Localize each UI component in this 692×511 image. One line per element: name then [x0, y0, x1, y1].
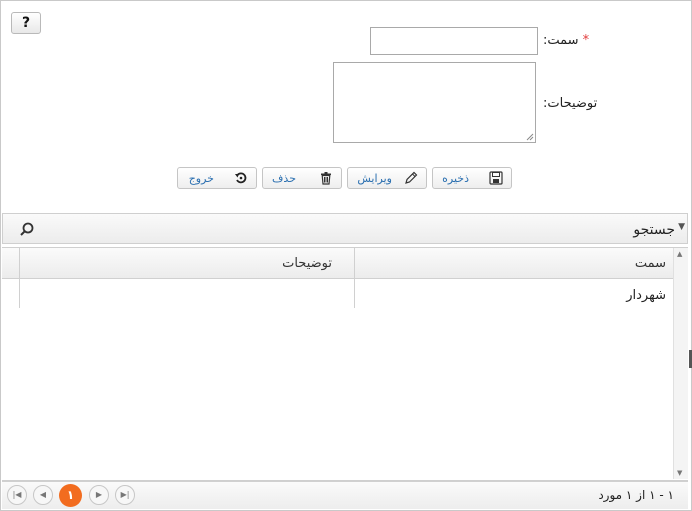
scroll-down-icon[interactable]: ▼ [677, 469, 682, 477]
trash-icon [321, 172, 331, 185]
delete-label: حذف [272, 172, 296, 185]
resize-grip-icon[interactable] [526, 133, 534, 141]
grid-header: سمت توضیحات [2, 248, 674, 279]
description-label: توضیحات: [543, 96, 598, 111]
current-page-button[interactable]: ۱ [59, 484, 82, 507]
table-row[interactable]: شهردار [19, 279, 674, 308]
help-button[interactable]: ? [11, 12, 41, 34]
save-label: ذخیره [442, 172, 469, 185]
pager-info: ۱ - ۱ از ۱ مورد [598, 488, 674, 502]
position-input[interactable] [370, 27, 538, 55]
search-label: جستجو [633, 222, 675, 238]
position-label-text: سمت: [543, 33, 579, 48]
next-page-icon[interactable]: ▶ [89, 485, 109, 505]
scroll-up-icon[interactable]: ▲ [677, 250, 682, 258]
last-page-icon[interactable]: ▶| [115, 485, 135, 505]
search-icon[interactable] [19, 221, 35, 237]
exit-icon [235, 172, 247, 184]
description-textarea[interactable] [333, 62, 536, 143]
column-header-description[interactable]: توضیحات [282, 256, 332, 271]
save-icon [489, 171, 503, 185]
position-label: *سمت: [543, 33, 589, 48]
pager: |◀ ◀ ۱ ▶ ▶| ۱ - ۱ از ۱ مورد [2, 481, 688, 509]
search-bar[interactable]: ▼ جستجو [2, 213, 688, 244]
pencil-icon [405, 171, 418, 184]
required-mark: * [582, 33, 590, 48]
data-grid: سمت توضیحات شهردار ▲ ▼ [2, 247, 688, 481]
edit-button[interactable]: ویرایش [347, 167, 427, 189]
delete-button[interactable]: حذف [262, 167, 342, 189]
cell-position: شهردار [626, 288, 666, 303]
save-button[interactable]: ذخیره [432, 167, 512, 189]
exit-button[interactable]: خروج [177, 167, 257, 189]
collapse-caret-icon[interactable]: ▼ [678, 222, 685, 232]
prev-page-icon[interactable]: ◀ [33, 485, 53, 505]
edit-label: ویرایش [357, 172, 392, 185]
first-page-icon[interactable]: |◀ [7, 485, 27, 505]
column-header-position[interactable]: سمت [635, 256, 666, 271]
vertical-scrollbar[interactable]: ▲ ▼ [673, 248, 688, 479]
exit-label: خروج [188, 172, 214, 185]
